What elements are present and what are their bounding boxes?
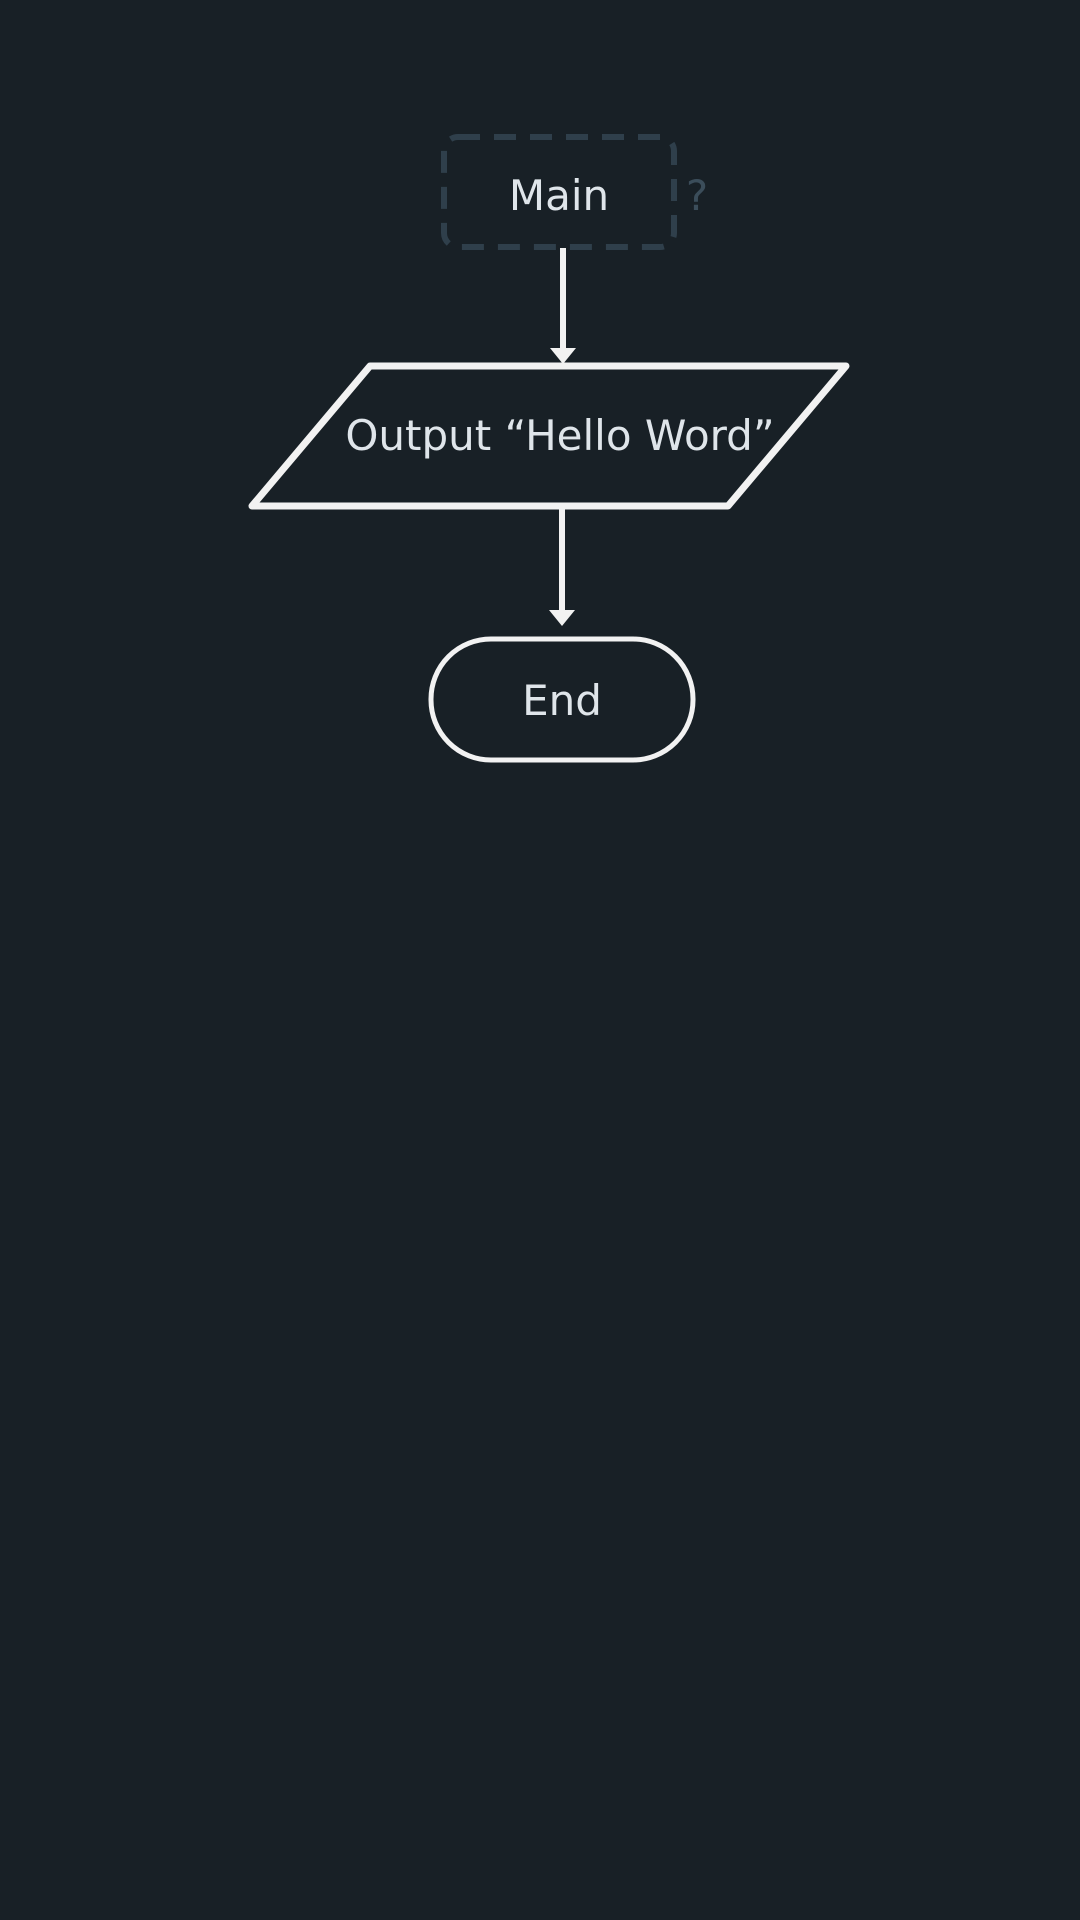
arrow-output-to-end bbox=[549, 509, 575, 626]
end-node-label: End bbox=[522, 676, 602, 725]
arrowhead-icon bbox=[550, 348, 576, 364]
output-node-label: Output “Hello Word” bbox=[345, 411, 774, 460]
start-node-label: Main bbox=[509, 171, 609, 220]
arrow-start-to-output bbox=[550, 248, 576, 364]
end-node[interactable]: End bbox=[428, 636, 696, 763]
output-node[interactable]: Output “Hello Word” bbox=[248, 362, 850, 510]
flowchart-canvas: Main ? Output “Hello Word” End bbox=[248, 134, 850, 763]
help-icon[interactable]: ? bbox=[686, 171, 708, 220]
start-node[interactable]: Main bbox=[441, 134, 677, 250]
arrowhead-icon bbox=[549, 610, 575, 626]
